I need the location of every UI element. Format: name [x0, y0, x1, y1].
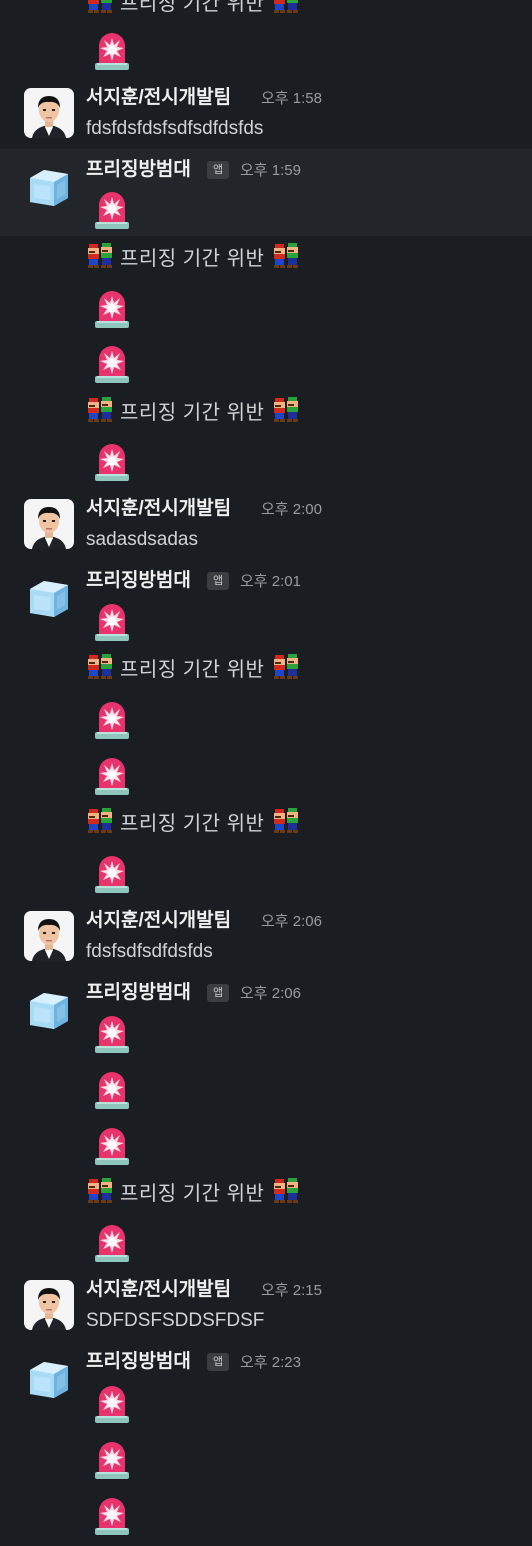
sender-name[interactable]: 서지훈/전시개발팀: [86, 910, 231, 932]
app-badge: 앱: [207, 984, 229, 1002]
siren-icon: [93, 288, 131, 328]
freeze-violation-line: 프리징 기간 위반: [86, 241, 302, 271]
sender-name[interactable]: 프리징방범대: [86, 570, 191, 592]
freeze-violation-line: 프리징 기간 위반: [86, 395, 302, 425]
siren-icon: [93, 601, 131, 641]
app-badge: 앱: [207, 161, 229, 179]
freeze-violation-line: 프리징 기간 위반: [86, 1176, 302, 1206]
mario-luigi-icon: [272, 653, 302, 681]
bot-avatar[interactable]: [24, 985, 74, 1035]
message-text: sadasdsadas: [86, 529, 198, 550]
siren-icon: [93, 441, 131, 481]
mario-luigi-icon: [86, 0, 116, 15]
freeze-violation-text: 프리징 기간 위반: [120, 658, 265, 681]
bot-avatar[interactable]: [24, 573, 74, 623]
mario-luigi-icon: [86, 1177, 116, 1205]
message-text: fdsfsdfsdfdsfds: [86, 941, 213, 962]
sender-name[interactable]: 프리징방범대: [86, 159, 191, 181]
bot-avatar[interactable]: [24, 1354, 74, 1404]
user-avatar[interactable]: [24, 911, 74, 961]
sender-name[interactable]: 서지훈/전시개발팀: [86, 1279, 231, 1301]
user-avatar[interactable]: [24, 1280, 74, 1330]
freeze-violation-text: 프리징 기간 위반: [120, 0, 265, 15]
freeze-violation-line: 프리징 기간 위반: [86, 806, 302, 836]
message-timestamp[interactable]: 오후 1:58: [261, 88, 322, 110]
app-badge: 앱: [207, 1353, 229, 1371]
user-avatar[interactable]: [24, 499, 74, 549]
message-timestamp[interactable]: 오후 2:23: [240, 1352, 301, 1374]
mario-luigi-icon: [86, 396, 116, 424]
siren-icon: [93, 189, 131, 229]
freeze-violation-text: 프리징 기간 위반: [120, 247, 265, 270]
mario-luigi-icon: [272, 807, 302, 835]
siren-icon: [93, 699, 131, 739]
freeze-violation-line: 프리징 기간 위반: [86, 0, 302, 16]
siren-icon: [93, 343, 131, 383]
message-timestamp[interactable]: 오후 1:59: [240, 160, 301, 182]
siren-icon: [93, 1069, 131, 1109]
sender-name[interactable]: 서지훈/전시개발팀: [86, 498, 231, 520]
siren-icon: [93, 1495, 131, 1535]
siren-icon: [93, 30, 131, 70]
app-badge: 앱: [207, 572, 229, 590]
mario-luigi-icon: [86, 807, 116, 835]
siren-icon: [93, 755, 131, 795]
message-timestamp[interactable]: 오후 2:15: [261, 1280, 322, 1302]
message-timestamp[interactable]: 오후 2:06: [240, 983, 301, 1005]
mario-luigi-icon: [86, 242, 116, 270]
message-timestamp[interactable]: 오후 2:01: [240, 571, 301, 593]
freeze-violation-text: 프리징 기간 위반: [120, 1182, 265, 1205]
freeze-violation-line: 프리징 기간 위반: [86, 652, 302, 682]
mario-luigi-icon: [272, 242, 302, 270]
mario-luigi-icon: [272, 396, 302, 424]
bot-avatar[interactable]: [24, 162, 74, 212]
mario-luigi-icon: [272, 1177, 302, 1205]
siren-icon: [93, 853, 131, 893]
siren-icon: [93, 1013, 131, 1053]
mario-luigi-icon: [272, 0, 302, 15]
message-timestamp[interactable]: 오후 2:06: [261, 911, 322, 933]
sender-name[interactable]: 서지훈/전시개발팀: [86, 87, 231, 109]
freeze-violation-text: 프리징 기간 위반: [120, 812, 265, 835]
message-text: fdsfdsfdsfsdfsdfdsfds: [86, 118, 264, 139]
sender-name[interactable]: 프리징방범대: [86, 1351, 191, 1373]
siren-icon: [93, 1125, 131, 1165]
sender-name[interactable]: 프리징방범대: [86, 982, 191, 1004]
freeze-violation-text: 프리징 기간 위반: [120, 401, 265, 424]
mario-luigi-icon: [86, 653, 116, 681]
siren-icon: [93, 1439, 131, 1479]
user-avatar[interactable]: [24, 88, 74, 138]
siren-icon: [93, 1222, 131, 1262]
message-text: SDFDSFSDDSFDSF: [86, 1310, 265, 1331]
message-timestamp[interactable]: 오후 2:00: [261, 499, 322, 521]
siren-icon: [93, 1383, 131, 1423]
